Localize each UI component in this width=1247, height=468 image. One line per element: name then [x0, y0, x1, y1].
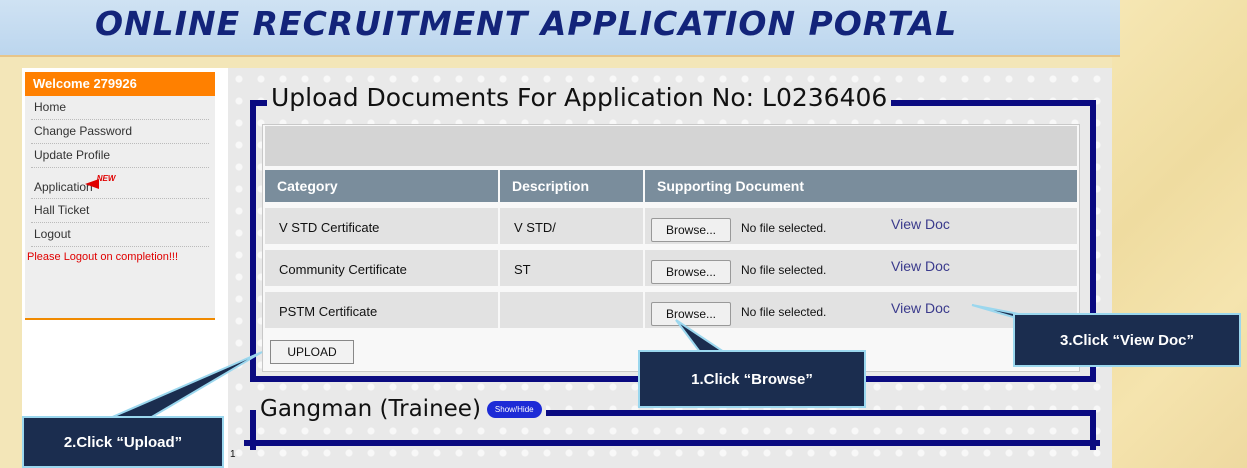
view-doc-callout: 3.Click “View Doc” [1013, 313, 1241, 367]
upload-pointer-icon [109, 351, 263, 419]
browse-pointer-icon [675, 319, 728, 353]
callout-pointers [109, 304, 1061, 419]
browse-callout: 1.Click “Browse” [638, 350, 866, 408]
upload-callout: 2.Click “Upload” [22, 416, 224, 468]
